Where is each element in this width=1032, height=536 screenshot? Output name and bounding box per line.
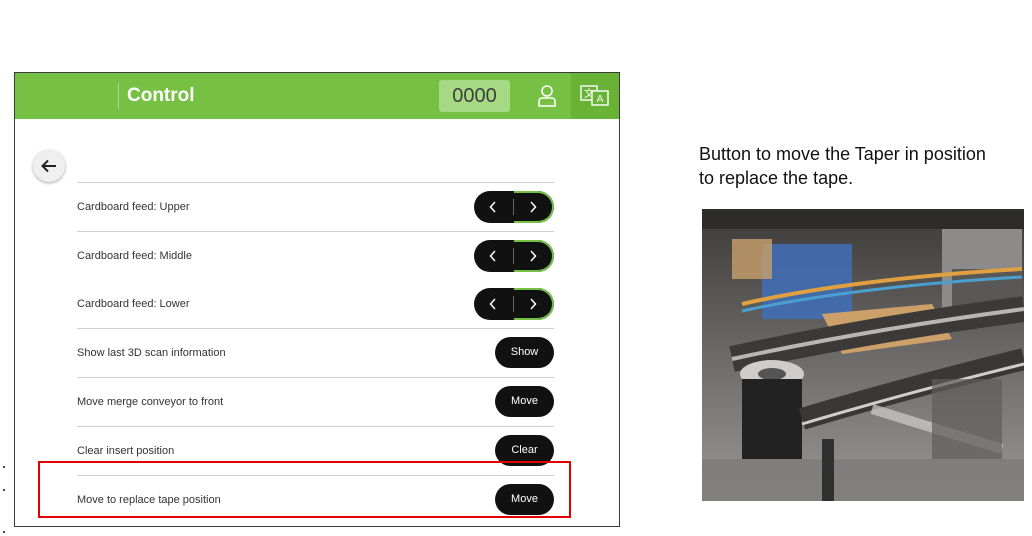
stepper-control: [474, 288, 554, 320]
highlight-box: [38, 461, 571, 518]
row-label: Move merge conveyor to front: [77, 396, 224, 408]
machine-photo: [702, 209, 1024, 501]
control-panel: Control 0000 文 A Cardboard feed: Upper C…: [14, 72, 620, 527]
chevron-left-icon: [489, 298, 496, 310]
row-label: Cardboard feed: Upper: [77, 201, 190, 213]
row-label: Cardboard feed: Middle: [77, 250, 192, 262]
user-button[interactable]: [523, 73, 571, 119]
increment-button[interactable]: [513, 288, 554, 320]
stepper-control: [474, 191, 554, 223]
chevron-right-icon: [530, 298, 537, 310]
decrement-button[interactable]: [474, 240, 513, 272]
list-item: Show last 3D scan information Show: [77, 328, 554, 377]
decrement-button[interactable]: [474, 191, 513, 223]
row-label: Cardboard feed: Lower: [77, 298, 190, 310]
back-button[interactable]: [33, 150, 65, 182]
svg-text:A: A: [597, 94, 604, 105]
margin-mark: [3, 466, 5, 468]
annotation-caption: Button to move the Taper in position to …: [699, 144, 986, 188]
back-arrow-icon: [41, 159, 56, 173]
translate-icon: 文 A: [580, 85, 609, 106]
list-item: Cardboard feed: Middle: [77, 231, 554, 280]
show-button[interactable]: Show: [495, 337, 554, 368]
list-item: Cardboard feed: Upper: [77, 182, 554, 231]
stepper-control: [474, 240, 554, 272]
margin-mark: [3, 489, 5, 491]
move-button[interactable]: Move: [495, 386, 554, 417]
increment-button[interactable]: [513, 240, 554, 272]
header-bar: Control 0000 文 A: [15, 73, 619, 119]
decrement-button[interactable]: [474, 288, 513, 320]
row-label: Show last 3D scan information: [77, 347, 226, 359]
increment-button[interactable]: [513, 191, 554, 223]
user-icon: [538, 85, 556, 107]
chevron-left-icon: [489, 201, 496, 213]
list-item: Cardboard feed: Lower: [77, 280, 554, 328]
page-title: Control: [127, 85, 195, 106]
chevron-right-icon: [530, 201, 537, 213]
margin-mark: [3, 531, 5, 533]
list-item: Move merge conveyor to front Move: [77, 377, 554, 426]
header-divider: [118, 83, 119, 109]
chevron-left-icon: [489, 250, 496, 262]
language-button[interactable]: 文 A: [571, 73, 619, 119]
counter-display: 0000: [439, 80, 510, 112]
chevron-right-icon: [530, 250, 537, 262]
